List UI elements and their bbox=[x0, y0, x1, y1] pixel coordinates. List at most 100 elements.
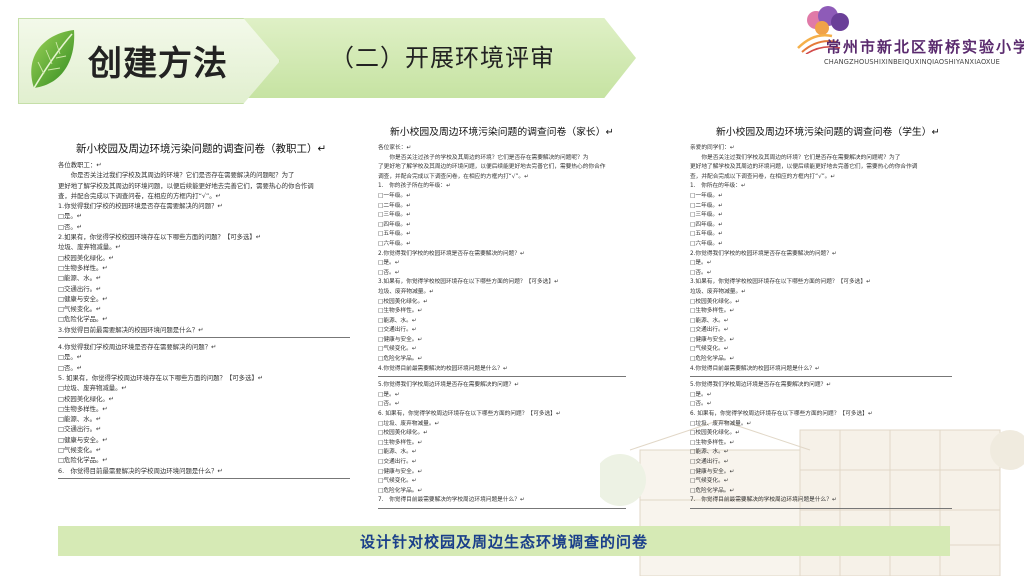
logo-english-name: CHANGZHOUSHIXINBEIQUXINQIAOSHIYANXIAOXUE bbox=[824, 58, 1001, 66]
questionnaire-line: 2.你觉得我们学校的校园环境是否存在需要解决的问题？↵ bbox=[690, 250, 837, 257]
questionnaire-line: □五年级。↵ bbox=[690, 231, 723, 238]
questionnaire-line: □三年级。↵ bbox=[690, 212, 723, 219]
questionnaire-line: 了更好地了解学校及其周边的环境问题，以便后续能更好地去完善它们，需要热心的你合作 bbox=[378, 164, 606, 171]
questionnaire-body: 各位家长：↵ 你是否关注过孩子的学校及其周边的环境？它们是否存在需要解决的问题呢… bbox=[378, 144, 626, 509]
answer-line bbox=[378, 507, 626, 509]
questionnaire-line: 5.你觉得我们学校周边环境是否存在需要解决的问题？↵ bbox=[690, 382, 832, 389]
questionnaire-line: □能源、水。↵ bbox=[378, 449, 417, 456]
questionnaire-line: □一年级。↵ bbox=[378, 192, 411, 199]
answer-line bbox=[690, 507, 952, 509]
questionnaire-line: □四年级。↵ bbox=[378, 221, 411, 228]
questionnaire-line: 3.你觉得目前最需要解决的校园环境问题是什么？↵ bbox=[58, 325, 204, 334]
questionnaire-line: 2.你觉得我们学校的校园环境是否存在需要解决的问题？↵ bbox=[378, 250, 525, 257]
questionnaire-line: 垃圾、废弃物减量。↵ bbox=[690, 288, 746, 295]
questionnaire-line: □能源、水。↵ bbox=[378, 317, 417, 324]
questionnaire-line: □六年级。↵ bbox=[690, 240, 723, 247]
questionnaire-title: 新小校园及周边环境污染问题的调查问卷（教职工）↵ bbox=[76, 143, 327, 155]
questionnaire-line: □健康与安全。↵ bbox=[378, 336, 423, 343]
questionnaire-line: 你是否关注过我们学校及其周边的环境？它们是否存在需要解决的问题呢？为了 bbox=[690, 154, 901, 161]
section-subtitle: （二）开展环境评审 bbox=[330, 44, 555, 72]
questionnaire-line: □否。↵ bbox=[690, 269, 712, 276]
questionnaire-line: □是。↵ bbox=[690, 260, 712, 267]
questionnaire-line: □否。↵ bbox=[378, 401, 400, 408]
questionnaire-line: 更好地了解学校及其周边的环境问题，以便后续能更好地去完善它们，需要热心的你合作调 bbox=[690, 164, 918, 171]
questionnaire-line: 调查，并配合完成以下调查问卷，在相应的方框内打“√”。↵ bbox=[378, 173, 529, 180]
questionnaire-line: □能源、水。↵ bbox=[58, 274, 102, 283]
questionnaire-line: □气候变化。↵ bbox=[58, 305, 102, 314]
questionnaire-body: 亲爱的同学们：↵ 你是否关注过我们学校及其周边的环境？它们是否存在需要解决的问题… bbox=[690, 144, 952, 509]
questionnaire-line: □是。↵ bbox=[378, 391, 400, 398]
questionnaire-line: 3.如果有，你觉得学校校园环境存在以下哪些方面的问题？【可多选】↵ bbox=[378, 279, 559, 286]
questionnaire-line: □六年级。↵ bbox=[378, 240, 411, 247]
questionnaire-line: □气候变化。↵ bbox=[378, 478, 417, 485]
questionnaire-line: □生物多样性。↵ bbox=[58, 404, 108, 413]
questionnaire-line: □五年级。↵ bbox=[378, 231, 411, 238]
questionnaire-line: □否。↵ bbox=[58, 222, 83, 231]
questionnaire-students: 新小校园及周边环境污染问题的调查问卷（学生）↵ 亲爱的同学们：↵ 你是否关注过我… bbox=[690, 126, 952, 513]
logo-chinese-name: 常州市新北区新桥实验小学 bbox=[826, 38, 1024, 56]
questionnaire-line: □气候变化。↵ bbox=[378, 346, 417, 353]
questionnaire-line: □一年级。↵ bbox=[690, 192, 723, 199]
questionnaire-line: □交通出行。↵ bbox=[690, 327, 729, 334]
questionnaire-line: □校园美化绿化。↵ bbox=[378, 430, 428, 437]
questionnaire-line: □否。↵ bbox=[378, 269, 400, 276]
questionnaire-line: 查，并配合完成以下调查问卷，在相应的方框内打“√”。↵ bbox=[690, 173, 836, 180]
questionnaire-title: 新小校园及周边环境污染问题的调查问卷（学生）↵ bbox=[716, 127, 940, 138]
questionnaire-line: □校园美化绿化。↵ bbox=[690, 298, 740, 305]
questionnaire-line: 查，并配合完成以下调查问卷，在相应的方框内打“√”。↵ bbox=[58, 191, 222, 200]
questionnaire-line: □气候变化。↵ bbox=[690, 478, 729, 485]
questionnaire-line: 你是否关注过我们学校及其周边的环境？它们是否存在需要解决的问题呢？为了 bbox=[58, 171, 295, 180]
questionnaire-line: 各位教职工：↵ bbox=[58, 161, 102, 169]
caption-bar: 设计针对校园及周边生态环境调查的问卷 bbox=[58, 526, 950, 556]
leaf-icon bbox=[31, 30, 75, 89]
questionnaire-line: □校园美化绿化。↵ bbox=[58, 253, 115, 262]
questionnaire-line: □健康与安全。↵ bbox=[378, 468, 423, 475]
questionnaire-line: 你是否关注过孩子的学校及其周边的环境？它们是否存在需要解决的问题呢？为 bbox=[378, 154, 589, 161]
questionnaire-line: 1. 你所在的年级：↵ bbox=[690, 183, 746, 190]
questionnaire-line: □能源、水。↵ bbox=[58, 415, 102, 424]
questionnaire-line: 各位家长：↵ bbox=[378, 145, 412, 151]
questionnaire-line: 亲爱的同学们：↵ bbox=[690, 145, 735, 151]
questionnaire-line: 6. 你觉得目前最需要解决的学校周边环境问题是什么？↵ bbox=[58, 466, 223, 475]
questionnaire-line: 6. 如果有，你觉得学校周边环境存在以下哪些方面的问题？【可多选】↵ bbox=[690, 411, 873, 418]
questionnaire-line: 7. 你觉得目前最需要解决的学校周边环境问题是什么？↵ bbox=[690, 497, 837, 504]
questionnaire-line: □垃圾、废弃物减量。↵ bbox=[58, 384, 127, 393]
questionnaire-line: 5. 如果有，你觉得学校周边环境存在以下哪些方面的问题？【可多选】↵ bbox=[58, 373, 264, 382]
questionnaire-line: □二年级。↵ bbox=[378, 202, 411, 209]
answer-line bbox=[58, 337, 350, 339]
questionnaire-line: □二年级。↵ bbox=[690, 202, 723, 209]
questionnaire-line: 4.你觉得目前最需要解决的校园环境问题是什么？↵ bbox=[690, 365, 820, 372]
questionnaire-line: □校园美化绿化。↵ bbox=[378, 298, 428, 305]
caption-text: 设计针对校园及周边生态环境调查的问卷 bbox=[359, 532, 648, 551]
questionnaire-line: □健康与安全。↵ bbox=[690, 336, 735, 343]
questionnaire-line: □生物多样性。↵ bbox=[58, 263, 108, 272]
questionnaire-line: □是。↵ bbox=[378, 260, 400, 267]
questionnaire-line: □健康与安全。↵ bbox=[58, 294, 108, 303]
questionnaire-line: □是。↵ bbox=[58, 212, 83, 221]
questionnaire-line: 1. 你的孩子所在的年级：↵ bbox=[378, 183, 451, 190]
questionnaire-line: □是。↵ bbox=[58, 353, 83, 362]
questionnaire-line: 5.你觉得我们学校周边环境是否存在需要解决的问题？↵ bbox=[378, 382, 520, 389]
questionnaire-line: 垃圾、废弃物减量。↵ bbox=[378, 288, 434, 295]
questionnaire-line: 更好地了解学校及其周边的环境问题，以便后续能更好地去完善它们，需要热心的你合作调 bbox=[58, 181, 314, 190]
questionnaire-line: □危险化学品。↵ bbox=[58, 456, 108, 465]
questionnaire-line: □能源、水。↵ bbox=[690, 449, 729, 456]
questionnaire-line: □危险化学品。↵ bbox=[690, 487, 735, 494]
questionnaire-line: □交通出行。↵ bbox=[58, 425, 102, 434]
school-logo: 常州市新北区新桥实验小学 CHANGZHOUSHIXINBEIQUXINQIAO… bbox=[796, 6, 1024, 66]
questionnaire-body: 各位教职工：↵ 你是否关注过我们学校及其周边的环境？它们是否存在需要解决的问题呢… bbox=[58, 160, 350, 479]
questionnaire-line: 2.如果有，你觉得学校校园环境存在以下哪些方面的问题？【可多选】↵ bbox=[58, 233, 262, 242]
questionnaire-line: 3.如果有，你觉得学校校园环境存在以下哪些方面的问题？【可多选】↵ bbox=[690, 279, 871, 286]
questionnaire-line: 1.你觉得我们学校的校园环境是否存在需要解决的问题？↵ bbox=[58, 202, 223, 211]
questionnaire-line: □危险化学品。↵ bbox=[58, 315, 108, 324]
questionnaire-line: □危险化学品。↵ bbox=[690, 356, 735, 363]
questionnaire-line: □气候变化。↵ bbox=[690, 346, 729, 353]
questionnaire-line: □健康与安全。↵ bbox=[58, 435, 108, 444]
questionnaire-line: □危险化学品。↵ bbox=[378, 487, 423, 494]
questionnaire-line: □交通出行。↵ bbox=[378, 327, 417, 334]
answer-line bbox=[58, 477, 350, 479]
questionnaire-parents: 新小校园及周边环境污染问题的调查问卷（家长）↵ 各位家长：↵ 你是否关注过孩子的… bbox=[378, 126, 626, 513]
questionnaire-line: 垃圾、废弃物减量。↵ bbox=[58, 243, 121, 252]
questionnaire-line: □交通出行。↵ bbox=[58, 284, 102, 293]
questionnaire-line: □生物多样性。↵ bbox=[378, 308, 423, 315]
